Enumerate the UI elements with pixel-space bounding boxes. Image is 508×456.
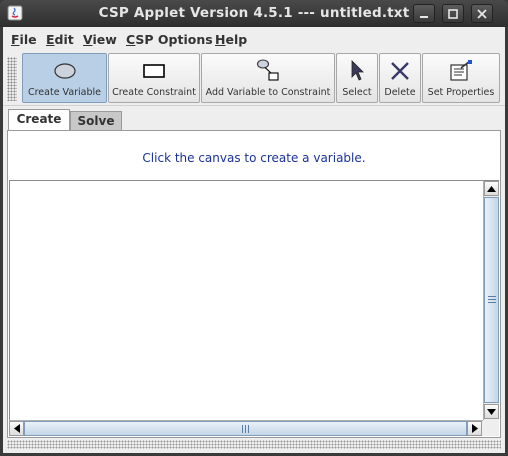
add-variable-to-constraint-button[interactable]: Add Variable to Constraint [201, 53, 335, 103]
drawing-canvas[interactable] [9, 180, 483, 420]
menu-edit[interactable]: Edit [46, 32, 74, 47]
vertical-scrollbar[interactable] [483, 180, 499, 420]
application-window: CSP Applet Version 4.5.1 --- untitled.tx… [0, 0, 508, 456]
toolbar-grip[interactable] [7, 57, 17, 101]
horizontal-scrollbar[interactable] [9, 420, 483, 436]
ellipse-icon [53, 63, 76, 79]
vertical-scroll-thumb[interactable] [484, 197, 499, 403]
scroll-left-button[interactable] [9, 421, 24, 436]
arrow-right-icon [471, 424, 478, 433]
maximize-button[interactable] [442, 4, 464, 23]
menu-csp-options[interactable]: CSP Options [126, 32, 213, 47]
create-panel: Click the canvas to create a variable. [7, 130, 501, 438]
minimize-button[interactable] [413, 4, 435, 23]
delete-button[interactable]: Delete [379, 53, 421, 103]
menu-help[interactable]: Help [215, 32, 247, 47]
x-icon [391, 62, 409, 80]
create-constraint-label: Create Constraint [112, 87, 196, 98]
set-properties-button[interactable]: Set Properties [422, 53, 500, 103]
arrow-left-icon [13, 424, 20, 433]
close-icon [477, 9, 487, 19]
menu-bar: File Edit View CSP Options Help [3, 27, 505, 51]
menu-view[interactable]: View [83, 32, 117, 47]
tab-create[interactable]: Create [8, 109, 70, 131]
resize-grip[interactable] [7, 440, 501, 449]
tab-solve[interactable]: Solve [70, 111, 122, 131]
horizontal-scroll-thumb[interactable] [24, 421, 467, 436]
scroll-up-button[interactable] [484, 181, 499, 196]
add-variable-to-constraint-label: Add Variable to Constraint [205, 87, 331, 98]
create-variable-label: Create Variable [27, 87, 102, 98]
scroll-right-button[interactable] [467, 421, 482, 436]
link-icon [256, 59, 279, 81]
delete-label: Delete [384, 87, 416, 98]
set-properties-label: Set Properties [427, 87, 495, 98]
select-label: Select [342, 87, 372, 98]
minimize-icon [420, 16, 428, 18]
create-constraint-button[interactable]: Create Constraint [108, 53, 200, 103]
rectangle-icon [143, 64, 165, 78]
maximize-icon [448, 9, 458, 19]
arrow-down-icon [487, 408, 496, 415]
scroll-corner [483, 420, 499, 436]
create-variable-button[interactable]: Create Variable [22, 53, 107, 103]
pointer-icon [351, 60, 364, 81]
instruction-message: Click the canvas to create a variable. [142, 151, 366, 165]
menu-file[interactable]: File [11, 32, 37, 47]
title-bar[interactable]: CSP Applet Version 4.5.1 --- untitled.tx… [0, 0, 508, 27]
tab-bar: Create Solve [3, 109, 505, 131]
client-area: File Edit View CSP Options Help Create V… [3, 27, 505, 453]
scroll-down-button[interactable] [484, 404, 499, 419]
close-button[interactable] [471, 4, 493, 23]
toolbar: Create Variable Create Constraint Add Va… [3, 51, 505, 106]
select-button[interactable]: Select [336, 53, 378, 103]
arrow-up-icon [487, 185, 496, 192]
properties-icon [450, 60, 472, 81]
